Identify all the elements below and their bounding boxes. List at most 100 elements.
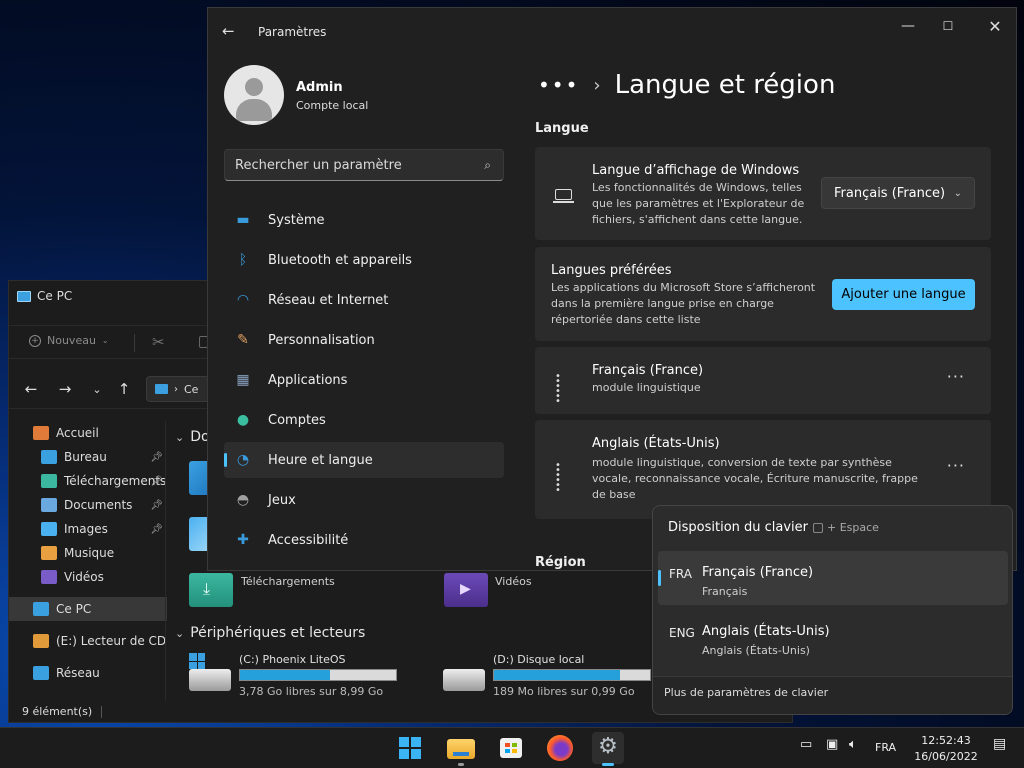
keyboard-option-eng[interactable]: ENG Anglais (États-Unis) Anglais (États-…: [658, 610, 1008, 664]
display-language-card: Langue d’affichage de Windows Les foncti…: [535, 147, 991, 240]
drive-c-icon[interactable]: [189, 669, 231, 691]
status-divider: [101, 706, 102, 718]
user-account-type: Compte local: [296, 99, 369, 112]
store-taskbar-button[interactable]: [495, 732, 527, 764]
folders-section-header[interactable]: ⌄ Do: [175, 429, 210, 445]
folder-downloads-icon[interactable]: ⤓: [189, 573, 233, 607]
nav-item[interactable]: Ce PC: [9, 597, 167, 621]
nav-item[interactable]: Réseau: [9, 661, 167, 685]
settings-nav-item[interactable]: ◔ Heure et langue: [224, 442, 504, 478]
settings-window[interactable]: ← Paramètres — ☐ ✕ Admin Compte local Re…: [207, 7, 1017, 571]
back-arrow-icon[interactable]: ←: [21, 379, 41, 399]
address-bar[interactable]: › Ce: [146, 376, 216, 402]
windows-key-icon: [813, 522, 823, 533]
more-keyboard-settings-link[interactable]: Plus de paramètres de clavier: [653, 676, 1012, 714]
drives-section-header[interactable]: ⌄ Périphériques et lecteurs: [175, 625, 365, 641]
settings-nav-item[interactable]: ◓ Jeux: [224, 482, 504, 518]
nav-item[interactable]: Téléchargements 📌︎: [9, 469, 167, 493]
up-arrow-icon[interactable]: ↑: [114, 379, 134, 399]
folder-videos-label[interactable]: Vidéos: [495, 575, 532, 588]
more-options-icon[interactable]: ···: [947, 367, 965, 386]
settings-nav-item[interactable]: ▦ Applications: [224, 362, 504, 398]
drag-handle-icon[interactable]: • • • • • •: [555, 372, 565, 407]
nav-item-label: Vidéos: [64, 570, 104, 584]
folder-downloads-label[interactable]: Téléchargements: [241, 575, 335, 588]
new-button[interactable]: + Nouveau ⌄: [29, 334, 109, 347]
back-arrow-icon[interactable]: ←: [222, 22, 235, 40]
pin-icon[interactable]: 📌︎: [150, 476, 163, 487]
settings-nav-item[interactable]: ◠ Réseau et Internet: [224, 282, 504, 318]
language-item[interactable]: • • • • • • Français (France) module lingu…: [535, 347, 991, 414]
search-icon[interactable]: ⌕: [484, 158, 491, 173]
settings-nav-item[interactable]: ● Comptes: [224, 402, 504, 438]
language-name: Français (France): [592, 363, 704, 378]
settings-nav-item[interactable]: ✎ Personnalisation: [224, 322, 504, 358]
drive-d-icon[interactable]: [443, 669, 485, 691]
file-explorer-taskbar-button[interactable]: [445, 732, 477, 766]
keyboard-option-fra[interactable]: FRA Français (France) Français: [658, 551, 1008, 605]
network-icon[interactable]: ▣: [826, 737, 838, 752]
maximize-icon[interactable]: ☐: [933, 16, 963, 36]
avatar[interactable]: [224, 65, 284, 125]
drag-handle-icon[interactable]: • • • • • •: [555, 461, 565, 496]
wifi-icon: ◠: [236, 292, 250, 308]
settings-nav-item[interactable]: ✚ Accessibilité: [224, 522, 504, 558]
nav-item-label: Réseau: [56, 666, 100, 680]
minimize-icon[interactable]: —: [893, 16, 923, 36]
clock[interactable]: 12:52:43 16/06/2022: [912, 733, 980, 765]
language-name: Anglais (États-Unis): [592, 436, 720, 451]
settings-app-title: Paramètres: [258, 25, 327, 39]
pin-icon[interactable]: 📌︎: [150, 452, 163, 463]
drive-d-item[interactable]: (D:) Disque local 189 Mo libres sur 0,99…: [493, 653, 651, 698]
section-header-language: Langue: [535, 121, 589, 136]
laptop-icon: [555, 189, 572, 200]
nav-item-label: Documents: [64, 498, 133, 512]
nav-item[interactable]: Accueil: [9, 421, 167, 445]
preferred-languages-desc: Les applications du Microsoft Store s’af…: [551, 281, 816, 326]
battery-icon[interactable]: ▭: [800, 737, 812, 752]
plus-circle-icon: +: [29, 334, 41, 347]
download-icon: [41, 474, 57, 488]
recent-dropdown-icon[interactable]: ⌄: [87, 379, 107, 399]
nav-pane-splitter[interactable]: [165, 421, 166, 701]
accessibility-icon: ✚: [237, 532, 249, 548]
keyboard-layout-flyout: Disposition du clavier + Espace FRA Fran…: [652, 505, 1013, 715]
settings-nav-item-label: Applications: [268, 372, 348, 388]
firefox-taskbar-button[interactable]: [544, 732, 576, 764]
settings-nav-item[interactable]: ᛒ Bluetooth et appareils: [224, 242, 504, 278]
settings-taskbar-button[interactable]: ⚙: [592, 732, 624, 766]
drive-c-item[interactable]: (C:) Phoenix LiteOS 3,78 Go libres sur 8…: [239, 653, 397, 698]
pin-icon[interactable]: 📌︎: [150, 524, 163, 535]
explorer-title: Ce PC: [37, 289, 73, 303]
nav-item[interactable]: Musique: [9, 541, 167, 565]
settings-nav-item-label: Personnalisation: [268, 332, 375, 348]
search-input[interactable]: Rechercher un paramètre ⌕: [224, 149, 504, 181]
chevron-down-icon: ⌄: [175, 626, 185, 640]
settings-nav-item[interactable]: ▬ Système: [224, 202, 504, 238]
volume-icon[interactable]: 🔈︎: [849, 737, 857, 752]
settings-nav-item-label: Heure et langue: [268, 452, 373, 468]
nav-item[interactable]: Images 📌︎: [9, 517, 167, 541]
nav-item[interactable]: Vidéos: [9, 565, 167, 589]
drive-d-usage-bar: [493, 669, 651, 681]
nav-item[interactable]: (E:) Lecteur de CD -: [9, 629, 167, 653]
drive-d-free: 189 Mo libres sur 0,99 Go: [493, 685, 635, 698]
nav-item[interactable]: Documents 📌︎: [9, 493, 167, 517]
breadcrumb-overflow-button[interactable]: •••: [538, 73, 579, 97]
user-name: Admin: [296, 80, 343, 95]
folder-videos-icon[interactable]: ▶: [444, 573, 488, 607]
input-language-indicator[interactable]: FRA: [875, 741, 896, 754]
start-button[interactable]: [394, 732, 426, 764]
drive-d-label: (D:) Disque local: [493, 653, 585, 666]
nav-item[interactable]: Bureau 📌︎: [9, 445, 167, 469]
close-icon[interactable]: ✕: [980, 16, 1010, 36]
cut-icon[interactable]: ✂: [152, 333, 165, 351]
display-language-dropdown[interactable]: Français (France) ⌄: [821, 177, 975, 209]
settings-nav: ▬ Système ᛒ Bluetooth et appareils ◠ Réseau e…: [224, 202, 504, 562]
notification-icon[interactable]: ▤: [993, 736, 1006, 752]
preferred-languages-title: Langues préférées: [551, 263, 672, 278]
forward-arrow-icon[interactable]: →: [55, 379, 75, 399]
add-language-button[interactable]: Ajouter une langue: [832, 279, 975, 310]
more-options-icon[interactable]: ···: [947, 456, 965, 475]
pin-icon[interactable]: 📌︎: [150, 500, 163, 511]
